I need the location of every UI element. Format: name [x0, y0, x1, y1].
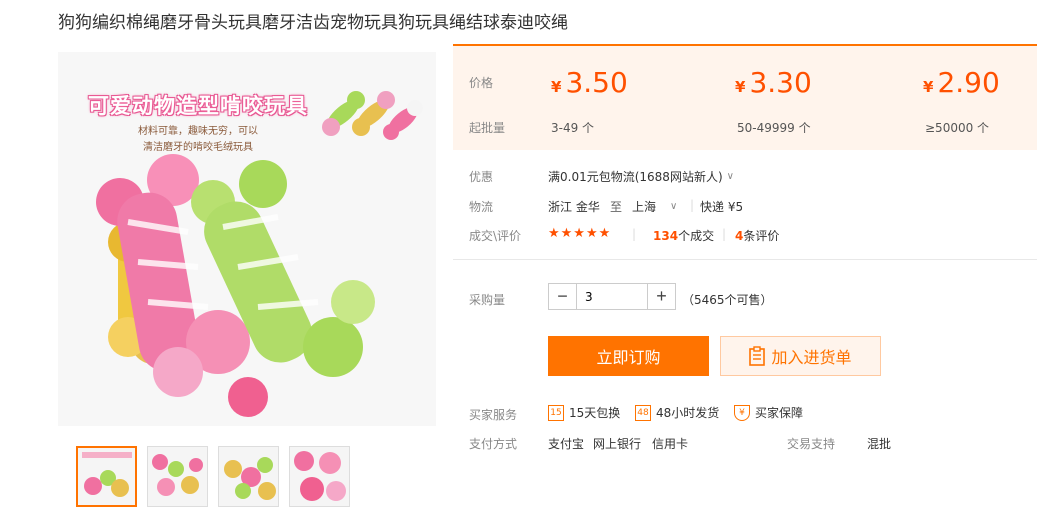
logistics-label: 物流 [469, 200, 494, 214]
price-box: 价格 起批量 ¥3.50 3-49 个 ¥3.30 50-49999 个 ¥2.… [453, 44, 1037, 150]
logistics-to: 上海 [632, 200, 657, 214]
chevron-down-icon: ∨ [726, 171, 734, 182]
qty-label: 采购量 [469, 293, 506, 307]
price-value: 3.50 [565, 66, 628, 99]
rope-toys-illustration [96, 91, 423, 417]
clipboard-icon [749, 346, 766, 366]
express-fee: 快递 ¥5 [700, 200, 744, 214]
deal-count-link[interactable]: 134个成交 [653, 227, 714, 244]
thumbnail-strip [76, 446, 350, 507]
service-shipping[interactable]: 48 48小时发货 [635, 404, 719, 421]
chevron-down-icon: ∨ [670, 201, 678, 212]
add-to-cart-label: 加入进货单 [771, 348, 852, 367]
service-exchange[interactable]: 15 15天包换 [548, 404, 620, 421]
service-guarantee[interactable]: ¥ 买家保障 [734, 404, 803, 421]
service-label: 48小时发货 [656, 406, 720, 420]
thumbnail-4-image [294, 451, 346, 501]
thumbnail-3-image [224, 457, 276, 500]
promo-value: 满0.01元包物流(1688网站新人) [548, 170, 723, 184]
payment-label: 支付方式 [469, 437, 518, 451]
services-label: 买家服务 [469, 408, 518, 422]
deals-label: 成交\评价 [469, 229, 522, 243]
thumbnail-2[interactable] [147, 446, 208, 507]
thumbnail-1-image [82, 452, 132, 497]
trade-support-value: 混批 [867, 437, 892, 451]
price-tier-3: ¥2.90 [923, 66, 1000, 99]
payment-method-alipay: 支付宝 [548, 437, 585, 451]
thumbnail-1[interactable] [76, 446, 137, 507]
thumbnail-3[interactable] [218, 446, 279, 507]
qty-tier-3: ≥50000 个 [925, 121, 990, 135]
calendar-icon: 15 [548, 404, 564, 421]
small-rope-toy-1 [322, 91, 423, 140]
price-tier-1: ¥3.50 [551, 66, 628, 99]
batch-label: 起批量 [469, 121, 506, 135]
logistics-to-word: 至 [610, 200, 623, 214]
qty-tier-2: 50-49999 个 [737, 121, 811, 135]
promo-label: 优惠 [469, 170, 494, 184]
trade-support-label: 交易支持 [787, 437, 836, 451]
currency-symbol: ¥ [551, 78, 562, 96]
product-title: 狗狗编织棉绳磨牙骨头玩具磨牙洁齿宠物玩具狗玩具绳结球泰迪咬绳 [58, 13, 568, 33]
promo-dropdown[interactable]: 满0.01元包物流(1688网站新人) ∨ [548, 168, 734, 185]
review-suffix: 条评价 [743, 229, 780, 243]
qty-tier-1: 3-49 个 [551, 121, 595, 135]
buy-now-button[interactable]: 立即订购 [548, 336, 709, 376]
currency-symbol: ¥ [923, 78, 934, 96]
quantity-input[interactable] [576, 284, 648, 309]
destination-dropdown[interactable]: 上海 ∨ [632, 198, 677, 215]
review-count-link[interactable]: 4条评价 [735, 227, 779, 244]
payment-method-bank: 网上银行 [593, 437, 642, 451]
price-tier-2: ¥3.30 [735, 66, 812, 99]
logistics-from: 浙江 金华 [548, 200, 600, 214]
increment-button[interactable]: + [648, 284, 675, 309]
stock-available: （5465个可售） [682, 293, 773, 307]
clock-icon: 48 [635, 404, 651, 421]
product-main-image[interactable]: 可爱动物造型啃咬玩具 材料可靠，趣味无穷，可以 清洁磨牙的啃咬毛绒玩具 [58, 52, 436, 426]
thumbnail-2-image [152, 454, 203, 496]
service-label: 买家保障 [755, 406, 804, 420]
price-value: 3.30 [749, 66, 812, 99]
quantity-stepper: − + [548, 283, 676, 310]
shield-icon: ¥ [734, 404, 750, 421]
separator: | [690, 198, 695, 212]
currency-symbol: ¥ [735, 78, 746, 96]
rating-stars: ★★★★★ [548, 226, 612, 241]
section-divider [453, 259, 1037, 260]
separator: | [722, 227, 727, 241]
add-to-cart-button[interactable]: 加入进货单 [720, 336, 881, 376]
thumbnail-4[interactable] [289, 446, 350, 507]
price-label: 价格 [469, 76, 494, 90]
service-label: 15天包换 [569, 406, 621, 420]
separator: | [632, 227, 637, 241]
decrement-button[interactable]: − [549, 284, 576, 309]
deal-count: 134 [653, 229, 679, 243]
deal-suffix: 个成交 [678, 229, 715, 243]
payment-method-credit: 信用卡 [652, 437, 689, 451]
price-value: 2.90 [937, 66, 1000, 99]
